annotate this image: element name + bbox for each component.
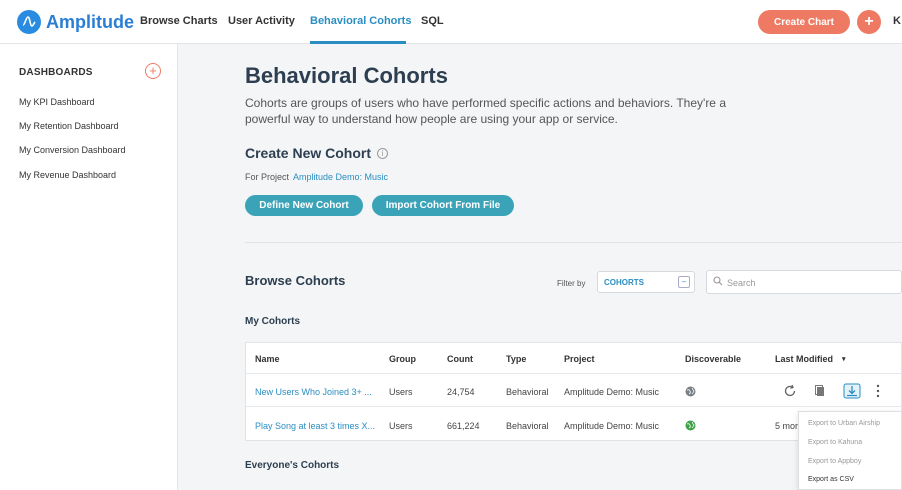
define-new-cohort-button[interactable]: Define New Cohort [245, 195, 363, 216]
col-header-discoverable[interactable]: Discoverable [685, 354, 741, 364]
filter-label: Filter by [557, 279, 586, 288]
sidebar: DASHBOARDS + My KPI Dashboard My Retenti… [0, 44, 178, 490]
amplitude-logo[interactable]: Amplitude [17, 10, 134, 34]
row-2-group: Users [389, 421, 413, 431]
project-link[interactable]: Amplitude Demo: Music [293, 172, 388, 182]
globe-icon[interactable] [685, 420, 696, 431]
col-header-group[interactable]: Group [389, 354, 416, 364]
filter-select[interactable]: COHORTS – [597, 271, 695, 293]
page-title: Behavioral Cohorts [245, 63, 448, 88]
row-2-last-modified: 5 mor [775, 421, 799, 431]
more-options-icon[interactable] [875, 384, 881, 398]
my-cohorts-heading: My Cohorts [245, 316, 300, 327]
row-2-type: Behavioral [506, 421, 549, 431]
nav-sql[interactable]: SQL [421, 15, 444, 27]
for-project-label: For Project [245, 172, 290, 182]
add-dashboard-icon[interactable]: + [145, 63, 161, 79]
create-cohort-heading: Create New Cohort i [245, 145, 389, 161]
search-icon [713, 276, 723, 286]
row-1-type: Behavioral [506, 387, 549, 397]
row-2-count: 661,224 [447, 421, 480, 431]
sidebar-item-kpi[interactable]: My KPI Dashboard [19, 97, 95, 107]
col-header-type[interactable]: Type [506, 354, 526, 364]
dashboards-heading: DASHBOARDS [19, 67, 93, 78]
info-icon[interactable]: i [377, 147, 389, 159]
menu-item-urban-airship[interactable]: Export to Urban Airship [808, 420, 880, 427]
page-description: Cohorts are groups of users who have per… [245, 96, 726, 126]
nav-user-activity[interactable]: User Activity [228, 15, 295, 27]
nav-browse-charts[interactable]: Browse Charts [140, 15, 218, 27]
create-cohort-title: Create New Cohort [245, 145, 372, 161]
col-header-project[interactable]: Project [564, 354, 595, 364]
nav-behavioral-cohorts[interactable]: Behavioral Cohorts [310, 15, 411, 27]
globe-icon[interactable] [685, 386, 696, 397]
row-2-name-link[interactable]: Play Song at least 3 times X... [255, 421, 375, 431]
row-1-group: Users [389, 387, 413, 397]
col-header-last-modified[interactable]: Last Modified [775, 354, 833, 364]
section-divider [245, 242, 902, 243]
everyones-cohorts-heading: Everyone's Cohorts [245, 460, 340, 471]
row-2-project: Amplitude Demo: Music [564, 421, 660, 431]
browse-cohorts-heading: Browse Cohorts [245, 273, 346, 288]
dropdown-icon: – [678, 276, 690, 288]
header-divider [246, 373, 902, 374]
for-project: For Project Amplitude Demo: Music [245, 172, 388, 182]
add-icon[interactable]: + [857, 10, 881, 34]
user-menu-initial[interactable]: K [893, 15, 901, 27]
col-header-name[interactable]: Name [255, 354, 280, 364]
row-1-project: Amplitude Demo: Music [564, 387, 660, 397]
sort-desc-icon[interactable]: ▾ [842, 355, 846, 363]
create-chart-button[interactable]: Create Chart [758, 10, 850, 34]
row-divider [246, 406, 902, 407]
col-header-count[interactable]: Count [447, 354, 473, 364]
import-cohort-button[interactable]: Import Cohort From File [372, 195, 514, 216]
refresh-icon[interactable] [783, 384, 797, 398]
download-icon[interactable] [843, 383, 861, 399]
sidebar-item-retention[interactable]: My Retention Dashboard [19, 121, 119, 131]
menu-item-kahuna[interactable]: Export to Kahuna [808, 439, 862, 446]
sidebar-item-conversion[interactable]: My Conversion Dashboard [19, 145, 126, 155]
row-1-count: 24,754 [447, 387, 475, 397]
amplitude-logo-icon [17, 10, 41, 34]
search-input[interactable] [727, 275, 897, 290]
sidebar-item-revenue[interactable]: My Revenue Dashboard [19, 170, 116, 180]
top-nav: Amplitude Browse Charts User Activity Be… [0, 0, 902, 44]
copy-icon[interactable] [813, 384, 827, 398]
brand-name: Amplitude [46, 11, 134, 32]
main-content: Behavioral Cohorts Cohorts are groups of… [179, 45, 902, 490]
export-menu: Export to Urban Airship Export to Kahuna… [798, 411, 902, 490]
filter-value: COHORTS [604, 278, 644, 287]
active-tab-indicator [310, 41, 406, 44]
search-box[interactable] [706, 270, 902, 294]
menu-item-appboy[interactable]: Export to Appboy [808, 458, 861, 465]
menu-item-export-csv[interactable]: Export as CSV [808, 476, 854, 483]
row-1-name-link[interactable]: New Users Who Joined 3+ ... [255, 387, 372, 397]
